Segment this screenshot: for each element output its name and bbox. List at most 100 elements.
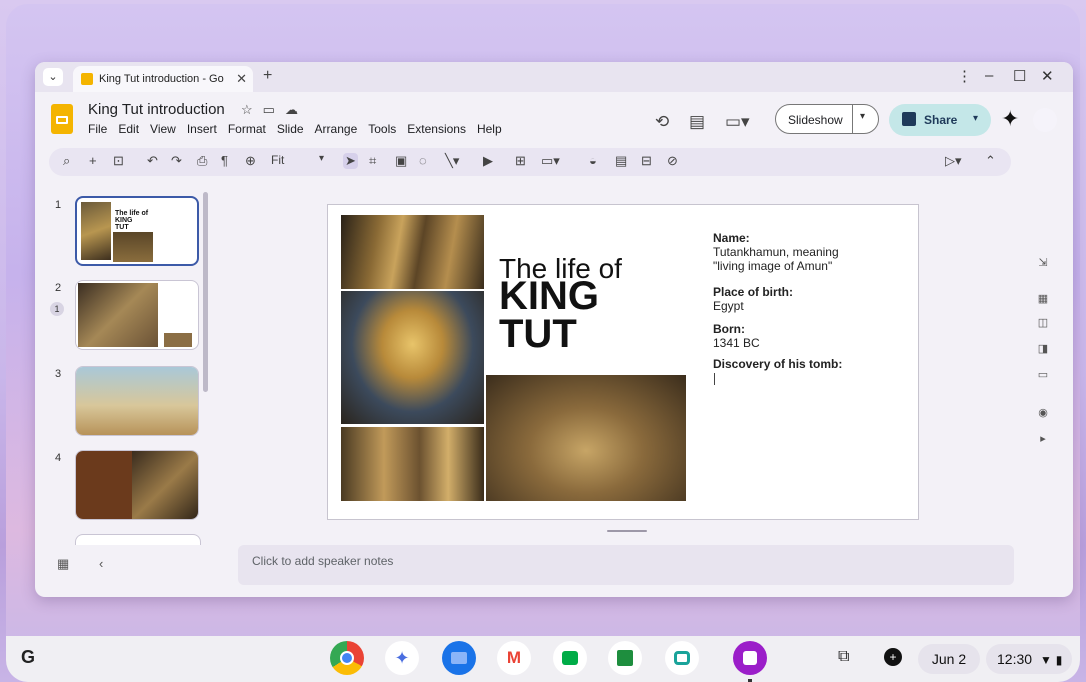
gemini-spark-icon[interactable]: ✦ (1001, 106, 1019, 132)
close-window-button[interactable]: ✕ (1041, 67, 1054, 85)
status-tray[interactable]: 12:30 ▼ ▮ (986, 644, 1072, 674)
version-history-icon[interactable]: ⟲ (655, 112, 669, 132)
record-icon[interactable]: ◉ (1031, 406, 1055, 419)
chevron-down-icon[interactable]: ▾ (973, 113, 978, 124)
search-icon[interactable]: ⌕ (63, 153, 70, 169)
meet-icon[interactable]: ▭▾ (725, 112, 750, 132)
menu-insert[interactable]: Insert (187, 122, 217, 136)
layout-icon[interactable]: ▭▾ (541, 153, 560, 169)
shape-icon[interactable]: ◌ (419, 153, 427, 168)
notes-resize-handle[interactable] (607, 530, 647, 532)
chrome-icon[interactable] (330, 641, 364, 675)
browser-menu-icon[interactable]: ⋮ (957, 67, 972, 85)
new-slide-icon[interactable]: ⊡ (113, 153, 124, 169)
pointer-mode-icon[interactable]: ▷▾ (945, 153, 962, 169)
calendar-icon[interactable]: ▦ (1031, 292, 1055, 305)
field-value: 1341 BC (713, 336, 760, 350)
menu-file[interactable]: File (88, 122, 107, 136)
minimize-button[interactable]: – (985, 67, 993, 84)
menu-tools[interactable]: Tools (368, 122, 396, 136)
menu-extensions[interactable]: Extensions (407, 122, 466, 136)
slide-thumbnail-3[interactable] (75, 366, 199, 436)
redo-icon[interactable]: ↷ (171, 153, 182, 169)
keep-icon[interactable]: ◫ (1031, 316, 1055, 329)
tab-search-button[interactable]: ⌄ (43, 68, 63, 86)
notification-icon[interactable]: + (884, 648, 902, 666)
browser-window: ⌄ King Tut introduction - Go ✕ + ⋮ – ☐ ✕… (35, 62, 1073, 597)
gemini-app-icon[interactable]: ✦ (385, 641, 419, 675)
select-icon[interactable]: ➤ (343, 153, 358, 169)
undo-icon[interactable]: ↶ (147, 153, 158, 169)
slide-thumbnail-5[interactable] (75, 534, 201, 545)
paint-format-icon[interactable]: ¶ (221, 153, 228, 168)
browser-tab[interactable]: King Tut introduction - Go ✕ (73, 66, 253, 92)
maximize-button[interactable]: ☐ (1013, 67, 1026, 85)
golden-mask-image[interactable] (341, 291, 484, 424)
share-label: Share (924, 113, 958, 127)
transition-icon[interactable]: ⊟ (641, 153, 652, 169)
add-icon[interactable]: + (89, 153, 97, 168)
border-icon[interactable]: ▤ (615, 153, 627, 169)
grid-view-icon[interactable]: ▦ (57, 556, 69, 572)
slide-thumbnail-2[interactable] (75, 280, 199, 350)
comment-count-badge[interactable]: 1 (50, 302, 64, 316)
burial-chamber-image[interactable] (486, 375, 686, 501)
print-icon[interactable]: ⎙ (197, 153, 207, 169)
fill-icon[interactable]: ◒ (589, 153, 597, 168)
side-panel-expand-icon[interactable]: ⇲ (1031, 256, 1055, 269)
cloud-icon[interactable]: ☁ (285, 102, 308, 117)
canvas-app-icon[interactable] (733, 641, 767, 675)
new-tab-button[interactable]: + (263, 67, 272, 85)
collapse-toolbar-icon[interactable]: ⌃ (985, 153, 996, 169)
move-icon[interactable]: ▭ (263, 102, 285, 117)
line-icon[interactable]: ╲▾ (445, 153, 459, 169)
slide-canvas[interactable]: The life of KING TUT Name: Tutankhamun, … (327, 204, 919, 520)
gmail-icon[interactable]: M (497, 641, 531, 675)
discovery-field: Discovery of his tomb: (713, 357, 842, 371)
pen-icon[interactable]: ⊘ (667, 153, 678, 169)
menu-edit[interactable]: Edit (118, 122, 139, 136)
chevron-down-icon[interactable]: ▾ (860, 111, 865, 122)
menu-slide[interactable]: Slide (277, 122, 304, 136)
share-button[interactable]: Share ▾ (889, 104, 991, 136)
tomb-hall-image[interactable] (341, 427, 484, 501)
slideshow-button[interactable]: Slideshow ▾ (775, 104, 879, 134)
chat-icon[interactable] (665, 641, 699, 675)
launcher-button[interactable]: G (21, 647, 35, 668)
menu-view[interactable]: View (150, 122, 176, 136)
collapse-filmstrip-icon[interactable]: ‹ (99, 556, 103, 571)
menu-arrange[interactable]: Arrange (315, 122, 358, 136)
camera-icon[interactable]: ▸ (1031, 432, 1055, 445)
slides-logo-icon[interactable] (51, 104, 73, 134)
zoom-select[interactable]: Fit (271, 153, 284, 167)
menu-help[interactable]: Help (477, 122, 502, 136)
menu-format[interactable]: Format (228, 122, 266, 136)
zoom-icon[interactable]: ⊕ (245, 153, 256, 169)
artifacts-image[interactable] (341, 215, 484, 289)
speaker-notes[interactable]: Click to add speaker notes (238, 545, 1014, 585)
classroom-icon[interactable] (608, 641, 642, 675)
slide-thumbnail-1[interactable]: The life of KING TUT (75, 196, 199, 266)
avatar[interactable] (1033, 108, 1057, 132)
tasks-icon[interactable]: ◨ (1031, 342, 1055, 355)
born-field: Born: 1341 BC (713, 322, 760, 350)
slide-title-tut: TUT (499, 312, 577, 356)
share-lock-icon (902, 112, 916, 126)
files-icon[interactable] (442, 641, 476, 675)
chevron-down-icon[interactable]: ▾ (319, 153, 324, 164)
folder-icon[interactable]: ▭ (1031, 368, 1055, 381)
slide-thumbnail-4[interactable] (75, 450, 199, 520)
text-box-icon[interactable]: ⌗ (369, 153, 376, 169)
image-icon[interactable]: ▣ (395, 153, 407, 169)
holding-space-icon[interactable]: ⧉ (838, 648, 849, 666)
tab-close-icon[interactable]: ✕ (236, 71, 247, 87)
comment-icon[interactable]: ⊞ (515, 153, 526, 169)
date-tray[interactable]: Jun 2 (918, 644, 980, 674)
document-title[interactable]: King Tut introduction (88, 101, 225, 118)
video-icon[interactable]: ▶ (483, 153, 493, 169)
comments-icon[interactable]: ▤ (689, 112, 705, 132)
star-icon[interactable]: ☆ (241, 102, 263, 117)
tab-strip: ⌄ King Tut introduction - Go ✕ + ⋮ – ☐ ✕ (35, 62, 1073, 92)
meet-app-icon[interactable] (553, 641, 587, 675)
filmstrip-scrollbar[interactable] (203, 192, 208, 392)
